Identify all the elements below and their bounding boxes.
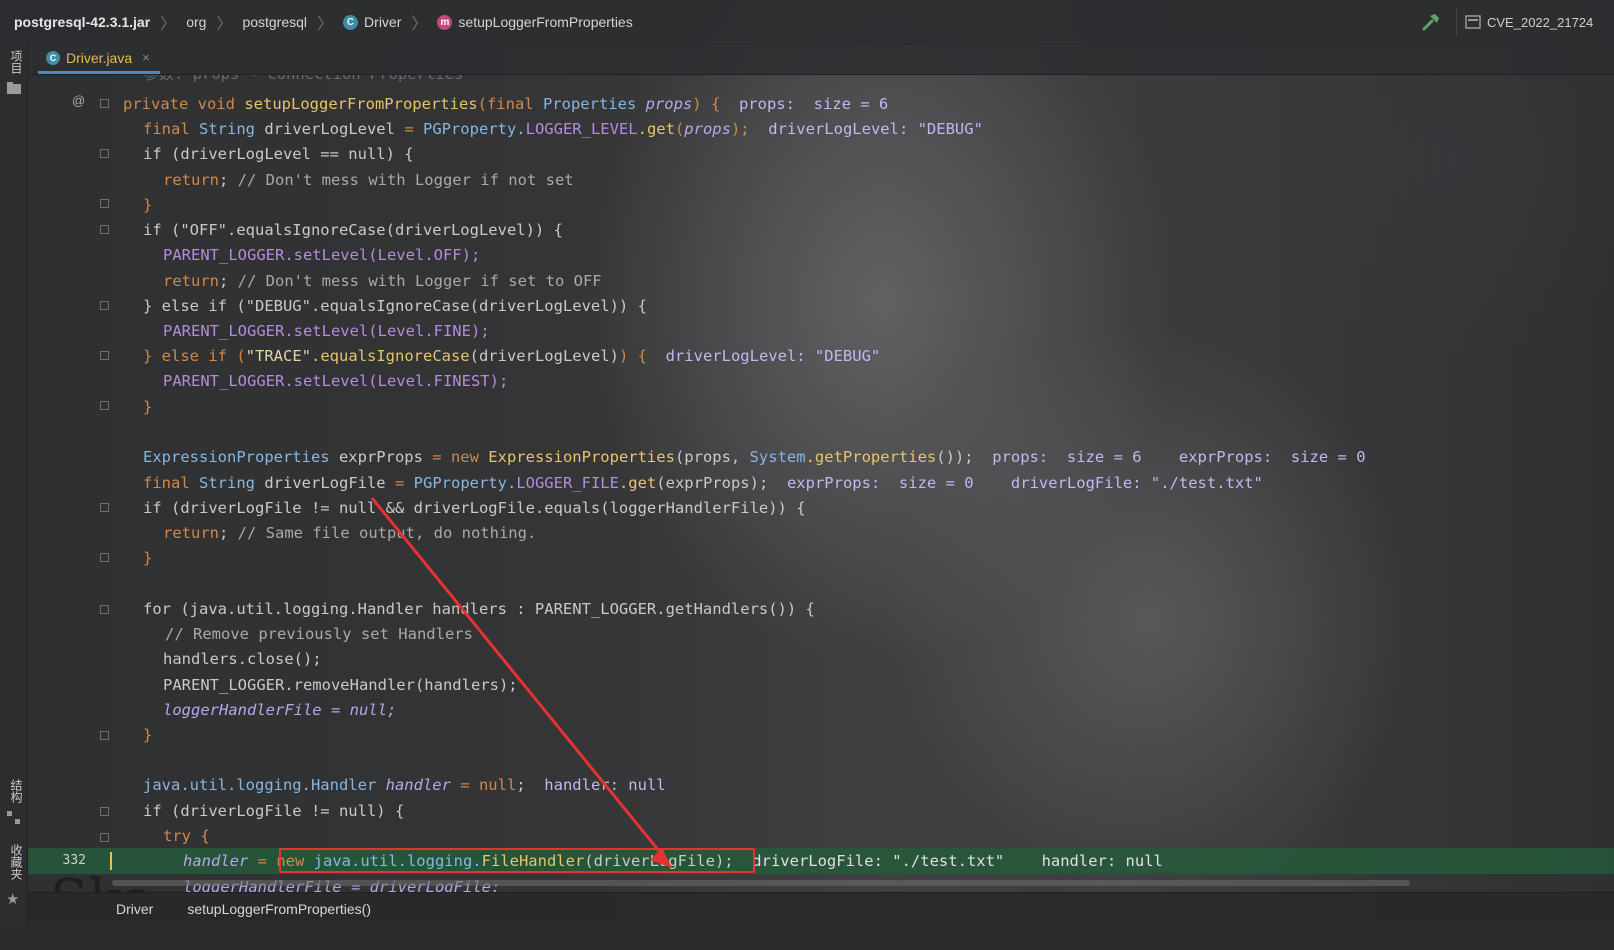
breadcrumb-method-bottom[interactable]: setupLoggerFromProperties() [187, 901, 371, 917]
editor-breadcrumb-bar: Driver setupLoggerFromProperties() [28, 892, 1614, 925]
horizontal-scrollbar[interactable] [112, 880, 1410, 886]
annotation-arrow [370, 497, 672, 868]
annotation-highlight-box [279, 848, 755, 873]
breadcrumb-class[interactable]: Driver [116, 901, 153, 917]
status-bar [0, 924, 1614, 950]
